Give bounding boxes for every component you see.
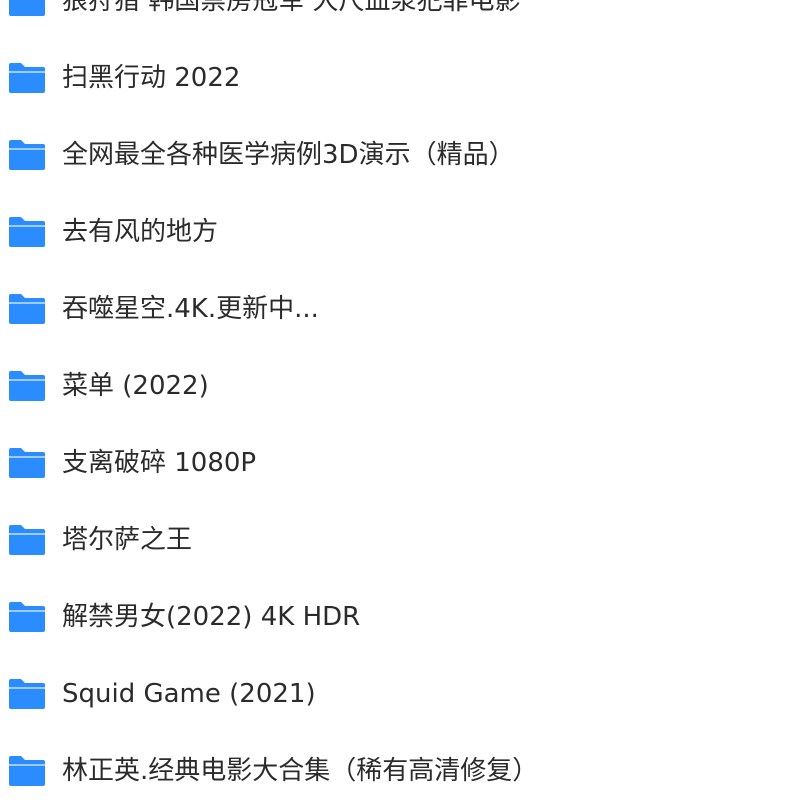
folder-name: 菜单 (2022) [62,370,209,401]
folder-icon [9,678,45,709]
folder-icon [9,755,45,786]
folder-item[interactable]: 扫黑行动 2022 [0,39,794,116]
folder-icon [9,0,45,16]
folder-name: 塔尔萨之王 [62,524,193,555]
folder-icon [9,139,45,170]
folder-name: 林正英.经典电影大合集（稀有高清修复） [62,755,539,786]
folder-item[interactable]: Squid Game (2021) [0,655,794,732]
folder-item[interactable]: 解禁男女(2022) 4K HDR [0,578,794,655]
folder-name: 扫黑行动 2022 [62,62,241,93]
folder-item[interactable]: 林正英.经典电影大合集（稀有高清修复） [0,732,794,809]
folder-item[interactable]: 菜单 (2022) [0,347,794,424]
folder-name: Squid Game (2021) [62,678,316,709]
folder-item[interactable]: 支离破碎 1080P [0,424,794,501]
folder-name: 吞噬星空.4K.更新中... [62,293,319,324]
folder-icon [9,370,45,401]
folder-icon [9,216,45,247]
folder-name: 去有风的地方 [62,216,219,247]
folder-icon [9,447,45,478]
folder-item[interactable]: 狼狩猎 韩国禁房冠军 大尺血浆犯罪电影 [0,0,794,39]
folder-name: 支离破碎 1080P [62,447,257,478]
folder-item[interactable]: 塔尔萨之王 [0,501,794,578]
folder-item[interactable]: 全网最全各种医学病例3D演示（精品） [0,116,794,193]
folder-name: 狼狩猎 韩国禁房冠军 大尺血浆犯罪电影 [62,0,521,16]
folder-name: 全网最全各种医学病例3D演示（精品） [62,139,515,170]
folder-icon [9,62,45,93]
folder-list: 狼狩猎 韩国禁房冠军 大尺血浆犯罪电影 扫黑行动 2022 全网最全各种医学病例… [0,0,794,809]
folder-item[interactable]: 去有风的地方 [0,193,794,270]
folder-item[interactable]: 吞噬星空.4K.更新中... [0,270,794,347]
folder-icon [9,293,45,324]
folder-icon [9,524,45,555]
folder-name: 解禁男女(2022) 4K HDR [62,601,361,632]
folder-icon [9,601,45,632]
